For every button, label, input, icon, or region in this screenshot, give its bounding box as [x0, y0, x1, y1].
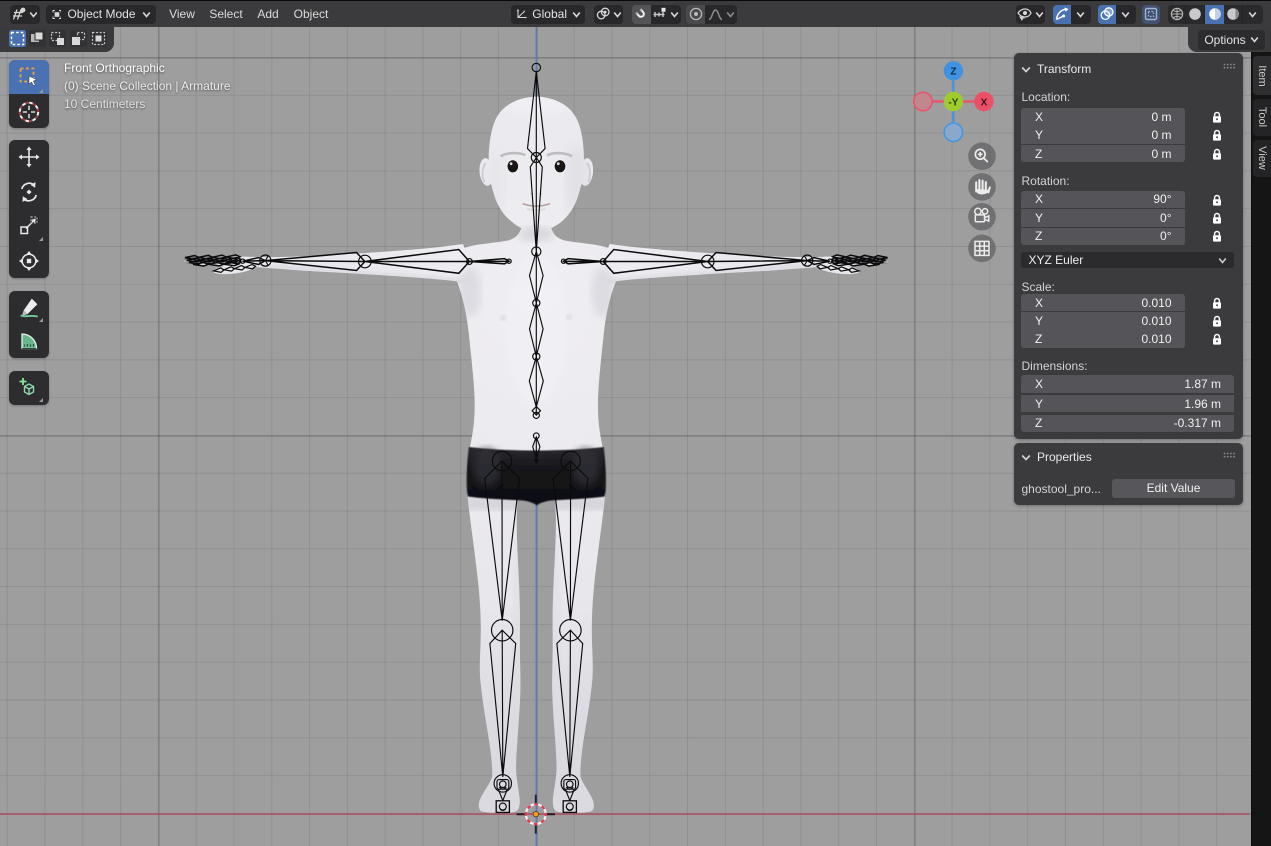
- svg-text:-Y: -Y: [948, 97, 958, 108]
- svg-text:X: X: [981, 97, 988, 108]
- svg-text:Z: Z: [950, 67, 956, 78]
